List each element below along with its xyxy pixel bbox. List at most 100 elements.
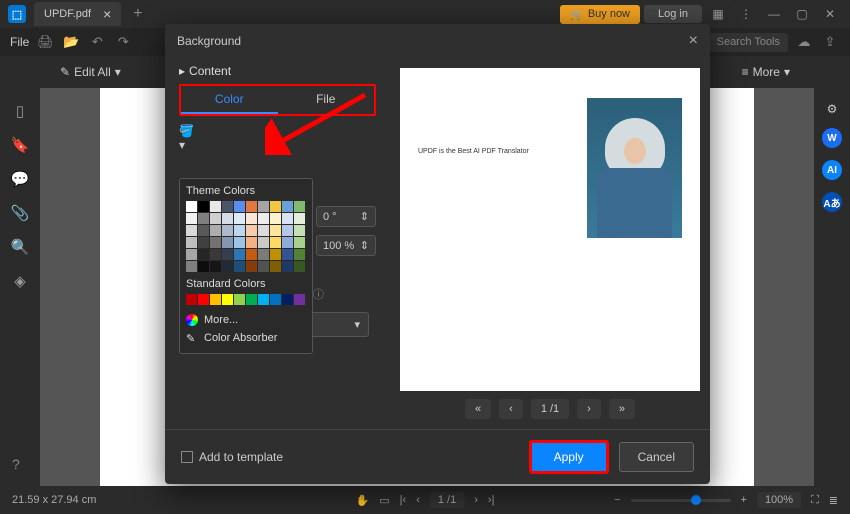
zoom-out-icon[interactable]: − (614, 494, 620, 506)
fit-page-icon[interactable]: ⛶ (811, 494, 819, 507)
color-swatch[interactable] (246, 213, 257, 224)
buy-now-button[interactable]: 🛒 Buy now (560, 5, 640, 24)
help-icon[interactable]: ? (12, 456, 20, 472)
color-swatch[interactable] (234, 237, 245, 248)
open-icon[interactable]: 📂 (61, 32, 81, 52)
zoom-value[interactable]: 100% (757, 492, 801, 508)
color-swatch[interactable] (198, 237, 209, 248)
apply-button[interactable]: Apply (529, 440, 609, 474)
color-swatch[interactable] (282, 294, 293, 305)
color-absorber-button[interactable]: ✎Color Absorber (186, 329, 306, 347)
attachment-icon[interactable]: 📎 (11, 204, 30, 222)
color-swatch[interactable] (270, 249, 281, 260)
color-swatch[interactable] (234, 213, 245, 224)
color-swatch[interactable] (258, 294, 269, 305)
color-swatch[interactable] (234, 294, 245, 305)
pager-prev-icon[interactable]: ‹ (499, 399, 523, 419)
select-tool-icon[interactable]: ▭ (379, 494, 389, 507)
close-window-icon[interactable]: ✕ (818, 7, 842, 21)
color-swatch[interactable] (258, 225, 269, 236)
color-swatch[interactable] (270, 213, 281, 224)
info-icon[interactable]: ⓘ (313, 286, 324, 302)
save-icon[interactable]: 🖨 (35, 32, 55, 52)
undo-icon[interactable]: ↶ (87, 32, 107, 52)
next-page-icon[interactable]: › (474, 494, 478, 506)
bookmark-icon[interactable]: 🔖 (11, 136, 30, 154)
pager-last-icon[interactable]: » (609, 399, 635, 419)
color-swatch[interactable] (258, 261, 269, 272)
prev-page-icon[interactable]: ‹ (416, 494, 420, 506)
color-swatch[interactable] (210, 237, 221, 248)
color-swatch[interactable] (222, 261, 233, 272)
new-tab-button[interactable]: + (133, 5, 142, 23)
tab-file[interactable]: File (278, 86, 375, 114)
color-swatch[interactable] (246, 237, 257, 248)
color-swatch[interactable] (246, 294, 257, 305)
color-swatch[interactable] (234, 225, 245, 236)
page-icon[interactable]: ▯ (16, 102, 24, 120)
hand-tool-icon[interactable]: ✋ (356, 494, 370, 507)
color-swatch[interactable] (234, 261, 245, 272)
color-swatch[interactable] (270, 225, 281, 236)
color-swatch[interactable] (222, 213, 233, 224)
ai-badge[interactable]: AI (822, 160, 842, 180)
cancel-button[interactable]: Cancel (619, 442, 694, 472)
comment-icon[interactable]: 💬 (11, 170, 30, 188)
color-swatch[interactable] (246, 249, 257, 260)
color-swatch[interactable] (246, 225, 257, 236)
color-swatch[interactable] (210, 294, 221, 305)
zoom-in-icon[interactable]: + (741, 494, 747, 506)
paint-bucket-icon[interactable]: 🪣 ▾ (179, 124, 195, 140)
color-swatch[interactable] (282, 225, 293, 236)
login-button[interactable]: Log in (644, 5, 702, 23)
color-swatch[interactable] (186, 261, 197, 272)
color-swatch[interactable] (294, 261, 305, 272)
color-swatch[interactable] (198, 201, 209, 212)
menu-icon[interactable]: ▦ (706, 7, 730, 21)
dialog-close-icon[interactable]: × (689, 32, 698, 50)
pager-next-icon[interactable]: › (577, 399, 601, 419)
opacity-input[interactable]: 100 %⇕ (316, 235, 376, 256)
color-swatch[interactable] (198, 294, 209, 305)
color-swatch[interactable] (258, 237, 269, 248)
share-icon[interactable]: ⇪ (820, 32, 840, 52)
first-page-icon[interactable]: |‹ (400, 494, 407, 506)
pager-first-icon[interactable]: « (465, 399, 491, 419)
color-swatch[interactable] (210, 225, 221, 236)
zoom-slider[interactable] (631, 499, 731, 502)
color-swatch[interactable] (198, 249, 209, 260)
color-swatch[interactable] (294, 201, 305, 212)
more-colors-button[interactable]: More... (186, 311, 306, 329)
color-swatch[interactable] (186, 294, 197, 305)
last-page-icon[interactable]: ›| (488, 494, 495, 506)
color-swatch[interactable] (270, 201, 281, 212)
redo-icon[interactable]: ↷ (113, 32, 133, 52)
color-swatch[interactable] (222, 237, 233, 248)
color-swatch[interactable] (210, 249, 221, 260)
color-swatch[interactable] (270, 294, 281, 305)
translate-badge[interactable]: Aあ (822, 192, 842, 212)
search-rail-icon[interactable]: 🔍 (11, 238, 30, 256)
color-swatch[interactable] (222, 201, 233, 212)
color-swatch[interactable] (198, 261, 209, 272)
color-swatch[interactable] (246, 201, 257, 212)
color-swatch[interactable] (210, 213, 221, 224)
layers-icon[interactable]: ◈ (14, 272, 26, 290)
color-swatch[interactable] (282, 261, 293, 272)
color-swatch[interactable] (294, 237, 305, 248)
color-swatch[interactable] (198, 213, 209, 224)
sliders-icon[interactable]: ⚙ (827, 102, 838, 116)
color-swatch[interactable] (282, 249, 293, 260)
color-swatch[interactable] (270, 261, 281, 272)
color-swatch[interactable] (222, 294, 233, 305)
color-swatch[interactable] (186, 225, 197, 236)
edit-all-button[interactable]: ✎ Edit All ▾ (60, 65, 121, 79)
color-swatch[interactable] (294, 225, 305, 236)
cloud-icon[interactable]: ☁ (794, 32, 814, 52)
kebab-icon[interactable]: ⋮ (734, 7, 758, 21)
color-swatch[interactable] (258, 249, 269, 260)
color-swatch[interactable] (198, 225, 209, 236)
color-swatch[interactable] (246, 261, 257, 272)
color-swatch[interactable] (282, 201, 293, 212)
color-swatch[interactable] (222, 249, 233, 260)
